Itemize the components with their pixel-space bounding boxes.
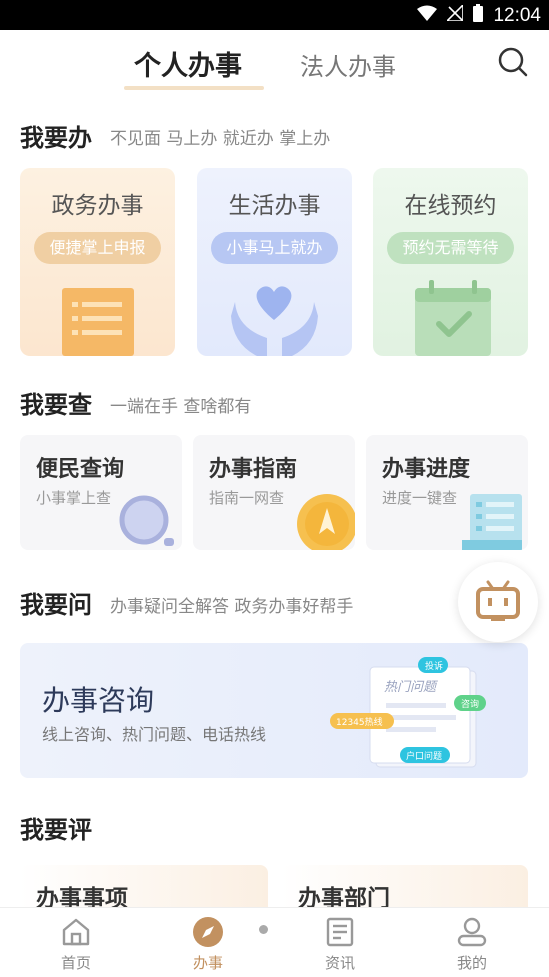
card-government-affairs[interactable]: 政务办事 便捷掌上申报 [20,168,175,356]
assistant-button[interactable] [458,562,538,642]
card-subtitle: 线上咨询、热门问题、电话热线 [42,725,267,744]
card-rate-departments[interactable]: 办事部门 [282,865,528,907]
tabbar-item-home[interactable]: 首页 [26,908,126,977]
card-service-guide[interactable]: 办事指南 指南一网查 [193,435,355,550]
card-title: 便民查询 [36,457,125,482]
card-title: 在线预约 [404,193,497,219]
art-label-consult: 咨询 [461,698,479,710]
tabbar-item-services[interactable]: 办事 [158,908,258,977]
tab-label: 办事 [192,954,223,972]
checklist-icon [458,480,528,550]
status-bar: 12:04 [0,0,549,30]
tabbar-item-news[interactable]: 资讯 [290,908,390,977]
card-title: 办事事项 [36,886,128,907]
wifi-icon [417,5,438,26]
header: 个人办事 法人办事 [0,30,549,100]
bottom-tab-bar: 首页 办事 资讯 我的 [0,907,549,977]
card-title: 政务办事 [51,193,144,219]
search-icon [497,47,529,82]
section-subtitle-query: 一端在手 查啥都有 [110,397,252,417]
calendar-check-icon [373,264,528,356]
battery-icon [473,4,484,27]
card-life-affairs[interactable]: 生活办事 小事马上就办 [197,168,352,356]
main-content: 我要办 不见面 马上办 就近办 掌上办 政务办事 便捷掌上申报 生活办事 小事马… [0,100,549,907]
section-subtitle-todo: 不见面 马上办 就近办 掌上办 [110,129,331,149]
art-label-hotline: 12345热线 [336,716,383,728]
hotline-illustration: 热门问题 投诉 咨询 12345热线 户口问题 [330,651,510,771]
tab-personal[interactable]: 个人办事 [134,44,242,83]
card-subtitle: 进度一键查 [382,489,458,507]
tab-label: 首页 [60,954,91,972]
compass-coin-icon [285,480,355,550]
robot-icon [458,580,538,646]
art-label-hot-questions: 热门问题 [384,680,439,695]
card-title: 办事进度 [382,457,471,482]
card-title: 办事咨询 [42,684,155,717]
tab-corporate[interactable]: 法人办事 [300,47,396,82]
card-pill: 小事马上就办 [211,232,338,264]
search-button[interactable] [497,46,529,78]
section-title-query: 我要查 [20,390,92,419]
section-title-todo: 我要办 [20,123,92,152]
tab-indicator [124,86,264,90]
card-convenience-query[interactable]: 便民查询 小事掌上查 [20,435,182,550]
card-consultation[interactable]: 办事咨询 线上咨询、热门问题、电话热线 热门问题 投诉 咨询 12345热线 户… [20,643,528,778]
tab-label: 我的 [456,954,487,972]
heart-hands-icon [197,264,352,356]
art-label-household: 户口问题 [406,750,442,762]
section-title-ask: 我要问 [20,590,92,619]
tabbar-item-me[interactable]: 我的 [422,908,522,977]
section-subtitle-ask: 办事疑问全解答 政务办事好帮手 [110,597,354,617]
document-icon [20,264,175,356]
no-signal-icon [445,3,465,26]
card-pill: 预约无需等待 [387,232,514,264]
card-title: 办事部门 [298,886,390,907]
card-subtitle: 指南一网查 [209,489,285,507]
card-online-booking[interactable]: 在线预约 预约无需等待 [373,168,528,356]
card-subtitle: 小事掌上查 [36,489,112,507]
card-progress-query[interactable]: 办事进度 进度一键查 [366,435,528,550]
section-title-rate: 我要评 [20,815,92,844]
card-rate-items[interactable]: 办事事项 [20,865,268,907]
card-title: 生活办事 [228,193,321,219]
magnifier-icon [112,480,182,550]
card-title: 办事指南 [209,457,298,482]
card-pill: 便捷掌上申报 [34,232,161,264]
clock: 12:04 [493,4,541,26]
tab-label: 资讯 [324,954,355,972]
notification-dot [259,925,268,934]
art-label-complaint: 投诉 [425,660,443,672]
